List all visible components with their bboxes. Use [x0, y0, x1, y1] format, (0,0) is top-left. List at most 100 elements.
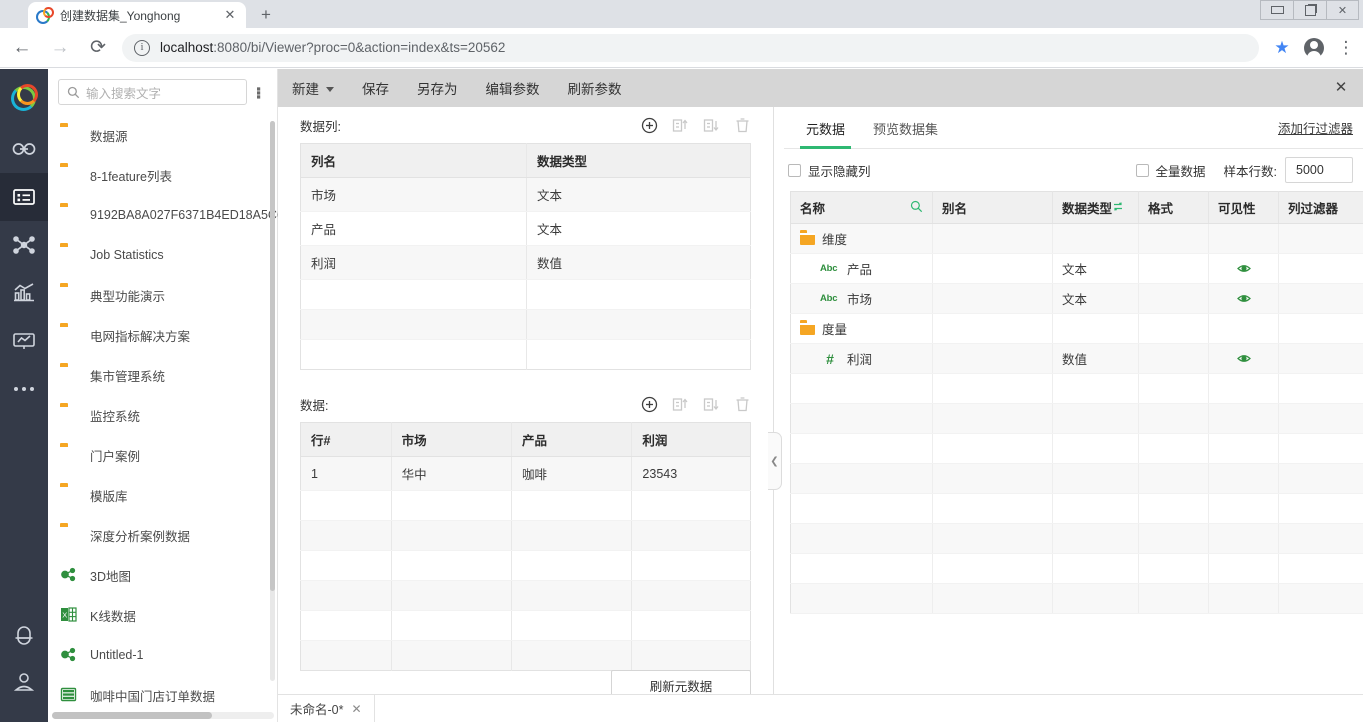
metadata-alias-cell[interactable] — [933, 404, 1053, 434]
sidebar-item[interactable]: 监控系统 — [48, 395, 278, 435]
table-cell[interactable]: 1 — [301, 457, 392, 491]
metadata-visibility-cell[interactable] — [1209, 374, 1279, 404]
bookmark-star-icon[interactable]: ★ — [1267, 33, 1297, 63]
metadata-name-cell[interactable] — [791, 584, 933, 614]
column-header[interactable]: 列名 — [301, 144, 527, 178]
table-row[interactable] — [791, 404, 1363, 434]
metadata-colfilter-cell[interactable] — [1279, 404, 1363, 434]
table-cell[interactable] — [512, 611, 632, 641]
metadata-tab[interactable]: 预览数据集 — [859, 119, 952, 148]
metadata-name-cell[interactable] — [791, 554, 933, 584]
metadata-datatype-cell[interactable] — [1053, 524, 1139, 554]
tab-close-icon[interactable]: ✕ — [222, 7, 238, 23]
table-row[interactable]: 产品文本 — [301, 212, 751, 246]
metadata-tab[interactable]: 元数据 — [792, 119, 859, 148]
metadata-colfilter-cell[interactable] — [1279, 314, 1363, 344]
metadata-visibility-cell[interactable] — [1209, 284, 1279, 314]
tree-node[interactable]: Abc产品 — [800, 259, 923, 278]
visibility-icon[interactable] — [1218, 353, 1269, 364]
metadata-visibility-cell[interactable] — [1209, 584, 1279, 614]
table-row[interactable] — [301, 310, 751, 340]
metadata-visibility-cell[interactable] — [1209, 314, 1279, 344]
metadata-format-cell[interactable] — [1139, 494, 1209, 524]
tree-node[interactable]: #利润 — [800, 349, 923, 368]
reload-button[interactable]: ⟳ — [82, 32, 114, 64]
window-minimize-icon[interactable] — [1260, 0, 1293, 20]
table-cell[interactable] — [512, 641, 632, 671]
column-header[interactable]: 名称 — [791, 192, 933, 224]
toolbar-item[interactable]: 保存 — [348, 69, 403, 107]
collapse-panel-handle[interactable]: ❮ — [768, 432, 782, 490]
metadata-datatype-cell[interactable] — [1053, 494, 1139, 524]
metadata-colfilter-cell[interactable] — [1279, 284, 1363, 314]
metadata-alias-cell[interactable] — [933, 434, 1053, 464]
table-cell[interactable] — [301, 611, 392, 641]
column-header[interactable]: 行# — [301, 423, 392, 457]
sidebar-item[interactable]: 咖啡中国门店订单数据 — [48, 675, 278, 707]
metadata-format-cell[interactable] — [1139, 404, 1209, 434]
table-row[interactable]: 维度 — [791, 224, 1363, 254]
column-header[interactable]: 数据类型 — [1053, 192, 1139, 224]
metadata-format-cell[interactable] — [1139, 314, 1209, 344]
rail-item-more[interactable] — [0, 365, 48, 413]
metadata-alias-cell[interactable] — [933, 524, 1053, 554]
table-cell[interactable] — [301, 521, 392, 551]
metadata-format-cell[interactable] — [1139, 584, 1209, 614]
table-cell[interactable] — [391, 611, 511, 641]
table-cell[interactable] — [301, 340, 527, 370]
table-row[interactable] — [301, 641, 751, 671]
table-cell[interactable]: 23543 — [632, 457, 751, 491]
metadata-colfilter-cell[interactable] — [1279, 464, 1363, 494]
browser-menu-icon[interactable]: ⋮ — [1331, 33, 1361, 63]
visibility-icon[interactable] — [1218, 293, 1269, 304]
table-cell[interactable] — [526, 280, 750, 310]
table-cell[interactable]: 华中 — [391, 457, 511, 491]
metadata-alias-cell[interactable] — [933, 374, 1053, 404]
sidebar-item[interactable]: 模版库 — [48, 475, 278, 515]
rail-item-link[interactable] — [0, 125, 48, 173]
metadata-format-cell[interactable] — [1139, 434, 1209, 464]
app-logo[interactable] — [0, 69, 48, 125]
metadata-alias-cell[interactable] — [933, 314, 1053, 344]
table-row[interactable]: #利润 数值 — [791, 344, 1363, 374]
table-cell[interactable] — [301, 491, 392, 521]
table-row[interactable] — [301, 340, 751, 370]
metadata-colfilter-cell[interactable] — [1279, 254, 1363, 284]
columns-table[interactable]: 列名数据类型市场文本产品文本利润数值 — [300, 143, 751, 370]
sidebar-item[interactable]: 门户案例 — [48, 435, 278, 475]
metadata-datatype-cell[interactable] — [1053, 584, 1139, 614]
metadata-name-cell[interactable]: 度量 — [791, 314, 933, 344]
metadata-name-cell[interactable] — [791, 464, 933, 494]
table-cell[interactable] — [301, 551, 392, 581]
search-input[interactable]: 输入搜索文字 — [58, 79, 247, 105]
metadata-alias-cell[interactable] — [933, 284, 1053, 314]
table-cell[interactable] — [632, 491, 751, 521]
toolbar-item[interactable]: 编辑参数 — [472, 69, 554, 107]
metadata-colfilter-cell[interactable] — [1279, 584, 1363, 614]
table-row[interactable] — [791, 374, 1363, 404]
table-cell[interactable] — [391, 521, 511, 551]
metadata-name-cell[interactable]: Abc产品 — [791, 254, 933, 284]
table-cell[interactable] — [512, 581, 632, 611]
metadata-alias-cell[interactable] — [933, 554, 1053, 584]
visibility-icon[interactable] — [1218, 263, 1269, 274]
table-row[interactable] — [301, 551, 751, 581]
sidebar-item[interactable]: 典型功能演示 — [48, 275, 278, 315]
metadata-colfilter-cell[interactable] — [1279, 374, 1363, 404]
forward-button[interactable]: → — [44, 32, 76, 64]
metadata-name-cell[interactable] — [791, 404, 933, 434]
metadata-datatype-cell[interactable]: 文本 — [1053, 254, 1139, 284]
browser-tab[interactable]: 创建数据集_Yonghong ✕ — [28, 2, 246, 28]
move-up-icon[interactable] — [672, 117, 689, 134]
new-tab-button[interactable]: + — [254, 4, 278, 26]
add-row-icon[interactable] — [641, 396, 658, 413]
table-row[interactable] — [301, 521, 751, 551]
table-cell[interactable]: 文本 — [526, 178, 750, 212]
address-bar[interactable]: i localhost:8080/bi/Viewer?proc=0&action… — [122, 34, 1259, 62]
sidebar-item[interactable]: 集市管理系统 — [48, 355, 278, 395]
metadata-visibility-cell[interactable] — [1209, 554, 1279, 584]
tree-node[interactable]: 度量 — [800, 319, 923, 338]
metadata-colfilter-cell[interactable] — [1279, 524, 1363, 554]
metadata-alias-cell[interactable] — [933, 494, 1053, 524]
table-row[interactable] — [791, 434, 1363, 464]
